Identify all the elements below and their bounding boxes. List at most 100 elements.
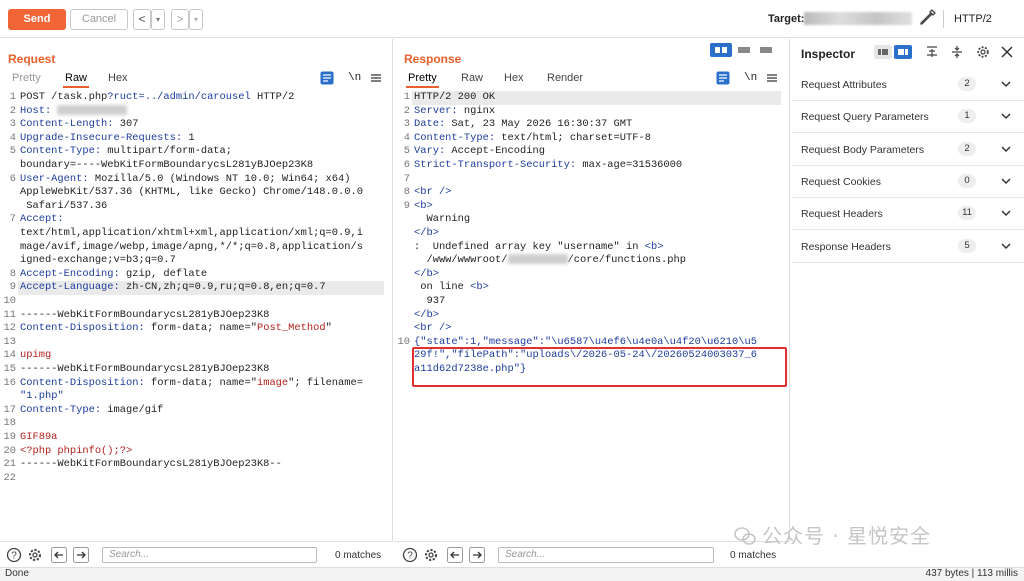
inspector-row[interactable]: Request Query Parameters 1 <box>792 101 1024 134</box>
code-line: : Undefined array key "username" in <b> <box>414 241 663 255</box>
request-tabs: Pretty Raw Hex \n <box>12 71 382 89</box>
forward-dropdown-button[interactable]: ▾ <box>189 9 203 30</box>
tab-pretty[interactable]: Pretty <box>406 72 439 88</box>
chevron-down-icon[interactable] <box>1000 207 1012 219</box>
code-line: ------WebKitFormBoundarycsL281yBJOep23K8… <box>20 458 282 472</box>
code-token: Server: <box>414 104 464 117</box>
settings-gear-icon[interactable] <box>423 547 439 563</box>
chevron-down-icon[interactable] <box>1000 143 1012 155</box>
line-number: 4 <box>9 131 16 144</box>
tab-hex[interactable]: Hex <box>504 72 524 84</box>
response-search-input[interactable]: Search... <box>498 547 714 563</box>
inspector-row[interactable]: Response Headers 5 <box>792 231 1024 263</box>
watermark-text: 公众号 · 星悦安全 <box>762 524 932 548</box>
highlight-box <box>412 347 787 387</box>
response-tabs: Pretty Raw Hex Render \n <box>406 71 778 89</box>
chevron-down-icon[interactable] <box>1000 240 1012 252</box>
menu-icon[interactable] <box>766 72 778 84</box>
code-token: <?php phpinfo();?> <box>20 444 133 457</box>
code-token: <b> <box>414 199 433 212</box>
tab-render[interactable]: Render <box>547 72 583 84</box>
line-number: 13 <box>3 335 16 348</box>
search-prev-icon[interactable] <box>447 547 463 563</box>
chevron-down-icon[interactable] <box>1000 110 1012 122</box>
line-number: 2 <box>9 104 16 117</box>
close-icon[interactable] <box>1001 46 1013 58</box>
chevron-down-icon[interactable] <box>1000 175 1012 187</box>
back-button[interactable]: < <box>133 9 151 30</box>
inspector-layout-icon[interactable] <box>874 45 914 59</box>
search-next-icon[interactable] <box>73 547 89 563</box>
settings-gear-icon[interactable] <box>27 547 43 563</box>
line-number: 11 <box>3 308 16 321</box>
target-host-redacted[interactable] <box>804 12 912 25</box>
back-dropdown-button[interactable]: ▾ <box>151 9 165 30</box>
protocol-label[interactable]: HTTP/2 <box>954 13 992 25</box>
help-icon[interactable]: ? <box>402 547 418 563</box>
code-line: Accept-Encoding: gzip, deflate <box>20 268 207 282</box>
code-token: Safari/537.36 <box>20 199 108 212</box>
inspector-row[interactable]: Request Cookies 0 <box>792 166 1024 198</box>
inspector-row-count: 2 <box>958 77 976 91</box>
response-matches-count: 0 matches <box>730 550 777 561</box>
menu-icon[interactable] <box>370 72 382 84</box>
inspector-row-label: Response Headers <box>801 240 891 253</box>
inspector-row-count: 11 <box>958 206 976 221</box>
code-token: Accept-Language: <box>20 281 127 294</box>
tab-pretty[interactable]: Pretty <box>12 72 41 84</box>
code-line: ------WebKitFormBoundarycsL281yBJOep23K8 <box>20 363 269 377</box>
code-token: text/html,application/xhtml+xml,applicat… <box>20 227 363 239</box>
code-token: image/gif <box>107 403 164 416</box>
cancel-button[interactable]: Cancel <box>70 9 128 30</box>
newline-toggle[interactable]: \n <box>744 72 757 84</box>
code-line: 937 <box>414 295 445 309</box>
line-number: 9 <box>403 199 410 212</box>
code-token: form-data; name=" <box>150 376 257 389</box>
line-number: 7 <box>9 213 16 226</box>
tab-raw[interactable]: Raw <box>461 72 483 84</box>
tab-hex[interactable]: Hex <box>108 72 128 84</box>
layout-toggle-icon[interactable] <box>710 43 780 57</box>
request-search-input[interactable]: Search... <box>102 547 317 563</box>
send-button[interactable]: Send <box>8 9 66 30</box>
code-line: Host: <box>20 105 128 119</box>
forward-button[interactable]: > <box>171 9 189 30</box>
code-line: boundary=----WebKitFormBoundarycsL281yBJ… <box>20 159 313 173</box>
code-line: </b> <box>414 268 439 282</box>
line-number: 20 <box>3 444 16 457</box>
wrap-format-icon[interactable] <box>716 71 730 85</box>
code-token: Strict-Transport-Security: <box>414 159 583 171</box>
search-prev-icon[interactable] <box>51 547 67 563</box>
inspector-row[interactable]: Request Attributes 2 <box>792 69 1024 101</box>
wrap-format-icon[interactable] <box>320 71 334 85</box>
edit-target-icon[interactable] <box>918 9 936 27</box>
code-line: Accept: <box>20 213 64 227</box>
newline-toggle[interactable]: \n <box>348 72 361 84</box>
code-token: Content-Type: <box>20 403 108 416</box>
code-line: upimg <box>20 349 51 363</box>
redacted-text <box>507 254 568 265</box>
inspector-row[interactable]: Request Headers 11 <box>792 198 1024 231</box>
code-token: Post_Method <box>256 322 326 335</box>
align-center-icon[interactable] <box>950 45 964 59</box>
help-icon[interactable]: ? <box>6 547 22 563</box>
code-token: <br /> <box>414 322 452 335</box>
code-token: {"state":1,"message":"\u6587\u4ef6\u4e0a… <box>414 335 757 348</box>
tab-raw[interactable]: Raw <box>62 72 90 88</box>
code-token: nginx <box>463 104 496 117</box>
code-line: ------WebKitFormBoundarycsL281yBJOep23K8 <box>20 309 269 323</box>
line-number: 8 <box>403 186 410 199</box>
code-token: HTTP/2 200 OK <box>414 91 496 103</box>
align-top-icon[interactable] <box>925 45 939 59</box>
code-token: 307 <box>119 118 139 131</box>
line-number: 15 <box>3 363 16 375</box>
code-line: mage/avif,image/webp,image/apng,*/*;q=0.… <box>20 241 363 255</box>
chevron-down-icon[interactable] <box>1000 78 1012 90</box>
gear-icon[interactable] <box>976 45 990 59</box>
search-next-icon[interactable] <box>469 547 485 563</box>
code-token: image <box>256 376 289 389</box>
code-token: POST /task.php <box>20 91 108 103</box>
inspector-row[interactable]: Request Body Parameters 2 <box>792 134 1024 166</box>
code-line: "1.php" <box>20 390 64 404</box>
code-token: <b> <box>644 240 664 253</box>
